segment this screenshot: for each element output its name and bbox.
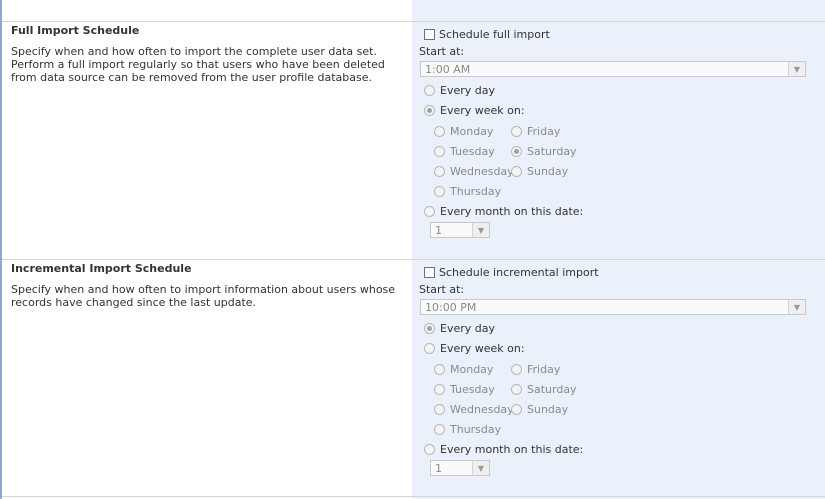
incremental-day-thursday[interactable]: Thursday bbox=[434, 421, 501, 437]
incremental-every-week-radio[interactable] bbox=[424, 342, 435, 354]
incremental-day-friday[interactable]: Friday bbox=[511, 361, 560, 377]
full-every-week-radio[interactable] bbox=[424, 104, 435, 116]
full-start-time-select[interactable]: 1:00 AM ▼ bbox=[420, 61, 806, 77]
incremental-every-day-radio[interactable] bbox=[424, 322, 435, 334]
chevron-down-icon[interactable]: ▼ bbox=[472, 223, 489, 237]
incremental-every-day-option[interactable]: Every day bbox=[424, 320, 495, 336]
incremental-day-tuesday[interactable]: Tuesday bbox=[434, 381, 495, 397]
full-every-week-option[interactable]: Every week on: bbox=[424, 102, 525, 118]
full-day-saturday-label: Saturday bbox=[527, 144, 577, 158]
incremental-import-description: Specify when and how often to import inf… bbox=[11, 283, 396, 309]
full-day-sunday[interactable]: Sunday bbox=[511, 163, 568, 179]
full-day-wednesday[interactable]: Wednesday bbox=[434, 163, 514, 179]
divider bbox=[2, 496, 825, 497]
full-day-wednesday-label: Wednesday bbox=[450, 164, 514, 178]
full-day-saturday[interactable]: Saturday bbox=[511, 143, 577, 159]
incremental-day-friday-label: Friday bbox=[527, 362, 561, 376]
incremental-every-month-option[interactable]: Every month on this date: bbox=[424, 441, 583, 457]
incremental-day-monday-radio[interactable] bbox=[434, 363, 445, 375]
incremental-start-time-value: 10:00 PM bbox=[425, 300, 477, 314]
full-day-sunday-label: Sunday bbox=[527, 164, 569, 178]
incremental-day-tuesday-radio[interactable] bbox=[434, 383, 445, 395]
incremental-day-wednesday-label: Wednesday bbox=[450, 402, 514, 416]
full-day-thursday-label: Thursday bbox=[450, 184, 502, 198]
full-start-at-label: Start at: bbox=[419, 44, 465, 58]
incremental-day-saturday[interactable]: Saturday bbox=[511, 381, 577, 397]
schedule-incremental-import-checkbox[interactable] bbox=[424, 266, 435, 278]
incremental-day-sunday[interactable]: Sunday bbox=[511, 401, 568, 417]
incremental-day-saturday-radio[interactable] bbox=[511, 383, 522, 395]
full-import-title: Full Import Schedule bbox=[11, 24, 140, 37]
full-day-tuesday[interactable]: Tuesday bbox=[434, 143, 495, 159]
full-every-month-label: Every month on this date: bbox=[440, 204, 584, 218]
incremental-day-tuesday-label: Tuesday bbox=[450, 382, 495, 396]
full-every-month-radio[interactable] bbox=[424, 205, 435, 217]
full-start-at-row: Start at: bbox=[419, 43, 464, 59]
incremental-start-at-row: Start at: bbox=[419, 281, 464, 297]
incremental-month-date-select[interactable]: 1 ▼ bbox=[430, 460, 490, 476]
schedule-full-import-checkbox[interactable] bbox=[424, 28, 435, 40]
incremental-day-monday[interactable]: Monday bbox=[434, 361, 493, 377]
incremental-import-title: Incremental Import Schedule bbox=[11, 262, 192, 275]
incremental-month-date-value: 1 bbox=[435, 461, 442, 475]
full-day-friday-radio[interactable] bbox=[511, 125, 522, 137]
full-day-sunday-radio[interactable] bbox=[511, 165, 522, 177]
incremental-every-day-label: Every day bbox=[440, 321, 495, 335]
full-month-date-value: 1 bbox=[435, 223, 442, 237]
full-day-friday-label: Friday bbox=[527, 124, 561, 138]
divider bbox=[2, 21, 825, 22]
incremental-every-month-radio[interactable] bbox=[424, 443, 435, 455]
full-day-monday-label: Monday bbox=[450, 124, 494, 138]
full-every-day-radio[interactable] bbox=[424, 84, 435, 96]
full-day-friday[interactable]: Friday bbox=[511, 123, 560, 139]
chevron-down-icon[interactable]: ▼ bbox=[788, 300, 805, 314]
schedule-incremental-import-label: Schedule incremental import bbox=[439, 265, 599, 279]
schedule-incremental-import-checkbox-row[interactable]: Schedule incremental import bbox=[424, 264, 599, 280]
full-day-monday-radio[interactable] bbox=[434, 125, 445, 137]
chevron-down-icon[interactable]: ▼ bbox=[788, 62, 805, 76]
full-day-saturday-radio[interactable] bbox=[511, 145, 522, 157]
full-start-time-value: 1:00 AM bbox=[425, 62, 471, 76]
incremental-start-at-label: Start at: bbox=[419, 282, 465, 296]
divider bbox=[2, 259, 825, 260]
incremental-day-saturday-label: Saturday bbox=[527, 382, 577, 396]
full-every-week-label: Every week on: bbox=[440, 103, 525, 117]
full-day-monday[interactable]: Monday bbox=[434, 123, 493, 139]
full-import-description: Specify when and how often to import the… bbox=[11, 45, 385, 84]
incremental-day-monday-label: Monday bbox=[450, 362, 494, 376]
incremental-every-week-option[interactable]: Every week on: bbox=[424, 340, 525, 356]
incremental-day-thursday-label: Thursday bbox=[450, 422, 502, 436]
full-day-wednesday-radio[interactable] bbox=[434, 165, 445, 177]
left-border bbox=[0, 0, 2, 499]
incremental-day-sunday-label: Sunday bbox=[527, 402, 569, 416]
full-day-thursday[interactable]: Thursday bbox=[434, 183, 501, 199]
full-every-day-option[interactable]: Every day bbox=[424, 82, 495, 98]
schedule-full-import-checkbox-row[interactable]: Schedule full import bbox=[424, 26, 550, 42]
schedule-full-import-label: Schedule full import bbox=[439, 27, 550, 41]
incremental-day-wednesday[interactable]: Wednesday bbox=[434, 401, 514, 417]
incremental-every-week-label: Every week on: bbox=[440, 341, 525, 355]
full-day-tuesday-label: Tuesday bbox=[450, 144, 495, 158]
full-day-tuesday-radio[interactable] bbox=[434, 145, 445, 157]
chevron-down-icon[interactable]: ▼ bbox=[472, 461, 489, 475]
full-every-day-label: Every day bbox=[440, 83, 495, 97]
incremental-day-sunday-radio[interactable] bbox=[511, 403, 522, 415]
full-day-thursday-radio[interactable] bbox=[434, 185, 445, 197]
incremental-day-friday-radio[interactable] bbox=[511, 363, 522, 375]
incremental-start-time-select[interactable]: 10:00 PM ▼ bbox=[420, 299, 806, 315]
incremental-day-wednesday-radio[interactable] bbox=[434, 403, 445, 415]
incremental-day-thursday-radio[interactable] bbox=[434, 423, 445, 435]
full-every-month-option[interactable]: Every month on this date: bbox=[424, 203, 583, 219]
incremental-every-month-label: Every month on this date: bbox=[440, 442, 584, 456]
full-month-date-select[interactable]: 1 ▼ bbox=[430, 222, 490, 238]
